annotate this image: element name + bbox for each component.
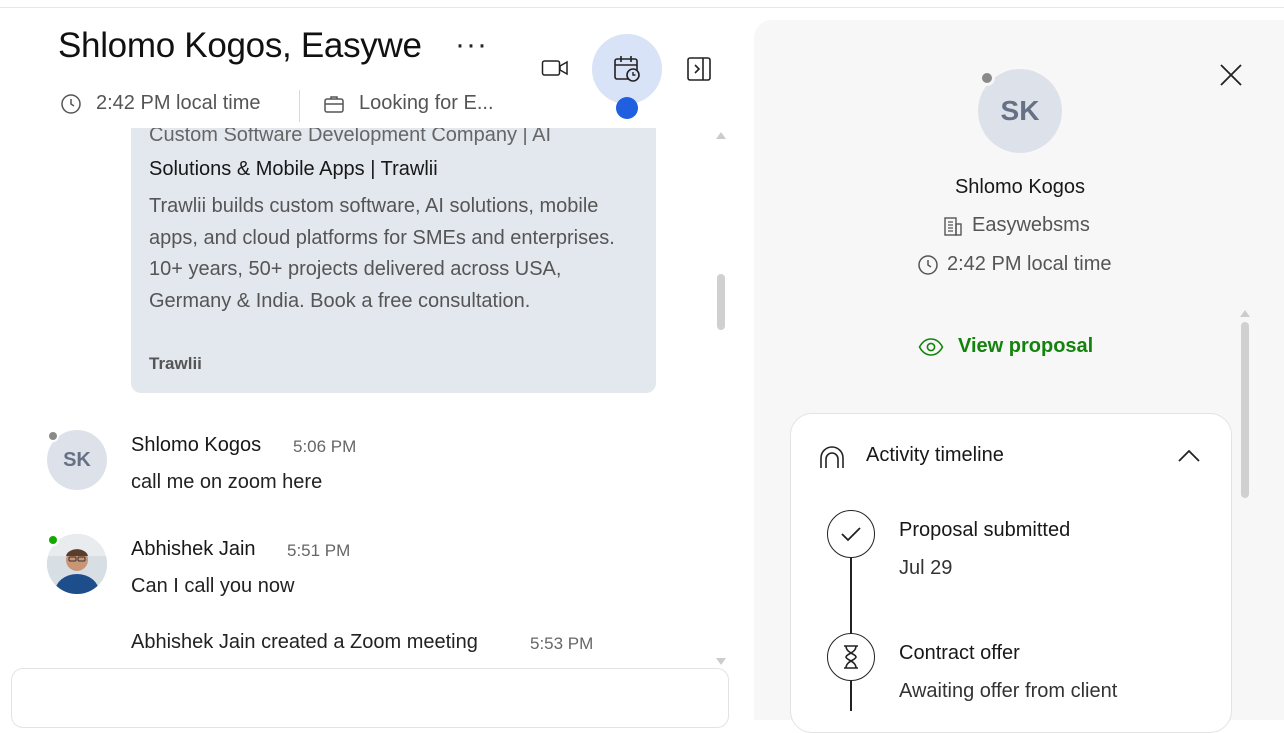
link-preview-description: Trawlii builds custom software, AI solut… <box>149 195 615 312</box>
profile-local-time: 2:42 PM local time <box>917 253 1112 276</box>
sidebar-scrollbar-thumb[interactable] <box>1241 322 1249 498</box>
more-options-button[interactable]: ··· <box>455 30 488 60</box>
profile-company: Easywebsms <box>942 214 1090 237</box>
video-camera-icon <box>541 60 568 76</box>
building-icon <box>944 216 962 236</box>
message-text: call me on zoom here <box>131 471 323 493</box>
profile-status-dot <box>979 70 995 86</box>
scroll-down-arrow[interactable] <box>716 658 726 665</box>
timeline-step-title: Contract offer <box>899 642 1020 664</box>
video-call-button[interactable] <box>540 56 570 80</box>
close-icon <box>1220 64 1242 86</box>
view-proposal-label: View proposal <box>958 335 1094 357</box>
clock-icon <box>918 254 938 275</box>
company-name: Easywebsms <box>972 214 1090 236</box>
message-time: 5:51 PM <box>287 541 351 560</box>
activity-icon <box>820 446 844 468</box>
event-time: 5:53 PM <box>530 634 594 653</box>
clock-icon <box>61 93 81 114</box>
job-link[interactable]: Looking for E... <box>323 92 494 115</box>
timeline-connector <box>850 681 852 711</box>
eye-icon <box>918 337 944 356</box>
message-composer[interactable] <box>11 668 729 728</box>
meta-divider <box>299 90 300 122</box>
sidebar-scroll-up-arrow[interactable] <box>1240 310 1250 317</box>
message-list[interactable]: Custom Software Development Company | AI… <box>0 128 752 668</box>
scroll-up-arrow[interactable] <box>716 132 726 139</box>
job-title-text: Looking for E... <box>359 92 494 114</box>
message-sender[interactable]: Shlomo Kogos <box>131 434 261 457</box>
online-status-dot <box>47 534 59 546</box>
check-icon <box>841 527 861 542</box>
message-text: Can I call you now <box>131 575 295 597</box>
view-proposal-link[interactable]: View proposal <box>918 335 1093 358</box>
hourglass-icon <box>844 645 858 669</box>
panel-right-icon <box>687 57 711 81</box>
schedule-meeting-button[interactable] <box>592 34 662 104</box>
toggle-sidebar-button[interactable] <box>684 54 714 84</box>
chevron-up-icon[interactable] <box>1177 448 1201 464</box>
chat-header: Shlomo Kogos, Easywe ··· 2:42 PM local t… <box>0 8 752 128</box>
calendar-clock-icon <box>614 56 640 82</box>
zoom-event: Abhishek Jain created a Zoom meeting <box>131 631 478 654</box>
briefcase-icon <box>324 95 344 113</box>
message-sender[interactable]: Abhishek Jain <box>131 538 256 561</box>
activity-timeline-heading: Activity timeline <box>866 444 1004 466</box>
close-button[interactable] <box>1218 62 1244 93</box>
timeline-connector <box>850 558 852 634</box>
event-actor[interactable]: Abhishek Jain <box>131 631 256 653</box>
conversation-title: Shlomo Kogos, Easywe <box>58 26 422 65</box>
chat-pane: Shlomo Kogos, Easywe ··· 2:42 PM local t… <box>0 8 752 728</box>
link-preview-title-1: Custom Software Development Company | AI <box>149 128 552 146</box>
event-action: created a Zoom meeting <box>255 631 478 653</box>
link-preview-title-2: Solutions & Mobile Apps | Trawlii <box>149 158 438 180</box>
profile-local-time-text: 2:42 PM local time <box>947 253 1112 275</box>
link-preview-card[interactable]: Custom Software Development Company | AI… <box>131 128 656 393</box>
top-border <box>0 0 1284 8</box>
link-preview-site: Trawlii <box>149 354 202 373</box>
timeline-step-title: Proposal submitted <box>899 519 1071 541</box>
timeline-step-sub: Jul 29 <box>899 557 953 579</box>
timeline-step-marker <box>827 633 875 681</box>
message-time: 5:06 PM <box>293 437 357 456</box>
timeline-step-marker <box>827 510 875 558</box>
local-time-meta: 2:42 PM local time <box>60 92 261 115</box>
local-time-text: 2:42 PM local time <box>96 92 261 114</box>
profile-name: Shlomo Kogos <box>954 176 1086 198</box>
offline-status-dot <box>47 430 59 442</box>
notification-dot <box>616 97 638 119</box>
timeline-step-sub: Awaiting offer from client <box>899 680 1118 702</box>
scrollbar-thumb[interactable] <box>717 274 725 330</box>
